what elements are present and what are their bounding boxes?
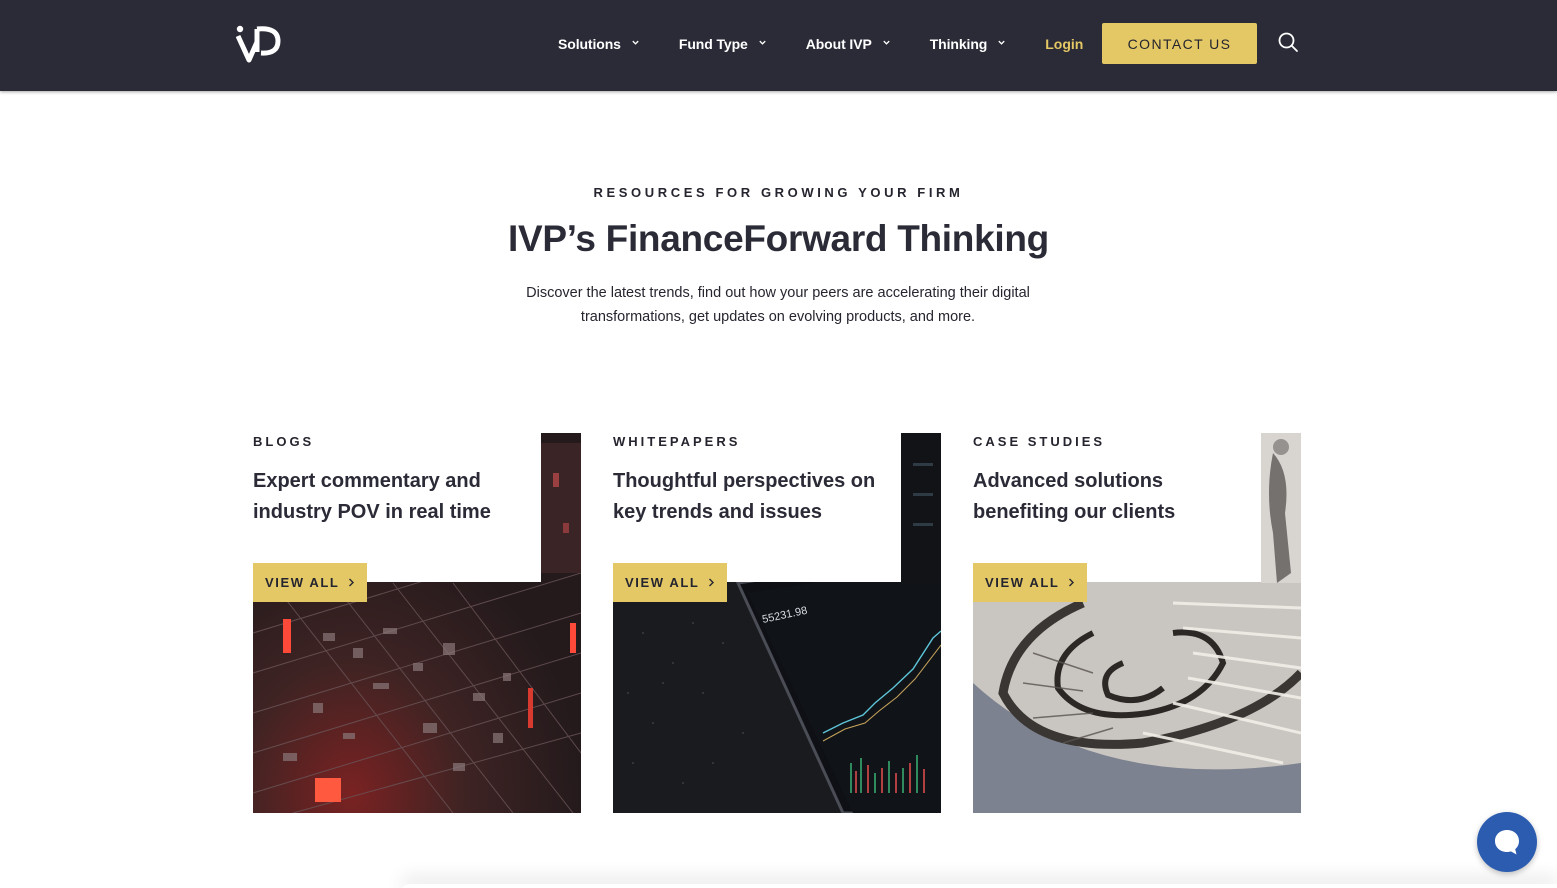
resource-card-blogs: BLOGS Expert commentary and industry POV… — [253, 433, 581, 813]
card-category-label: CASE STUDIES — [973, 434, 1106, 449]
card-category-label: BLOGS — [253, 434, 315, 449]
chevron-down-icon — [632, 40, 639, 45]
chevron-right-icon — [349, 578, 355, 587]
card-heading: Advanced solutions benefiting our client… — [973, 470, 1176, 523]
chevron-down-icon — [998, 40, 1005, 45]
card-heading: Expert commentary and industry POV in re… — [253, 470, 491, 523]
view-all-button[interactable]: VIEW ALL — [253, 563, 368, 602]
chevron-down-icon — [883, 40, 890, 45]
section-eyebrow: RESOURCES FOR GROWING YOUR FIRM — [593, 185, 964, 200]
search-icon[interactable] — [1277, 31, 1299, 53]
nav-item-label: About IVP — [805, 36, 872, 52]
view-all-label: VIEW ALL — [625, 575, 700, 590]
next-section-edge — [400, 884, 1557, 888]
card-heading: Thoughtful perspectives on key trends an… — [613, 470, 876, 523]
view-all-label: VIEW ALL — [985, 575, 1060, 590]
page-title: IVP’s FinanceForward Thinking — [508, 218, 1049, 259]
intro-text: Discover the latest trends, find out how… — [526, 285, 1030, 325]
contact-us-button[interactable]: CONTACT US — [1102, 23, 1257, 64]
chat-launcher-button[interactable] — [1477, 812, 1537, 872]
nav-item-fund-type[interactable]: Fund Type — [679, 36, 767, 52]
view-all-label: VIEW ALL — [265, 575, 340, 590]
site-header: Solutions Fund Type About IVP Thinking L… — [0, 0, 1557, 91]
nav-item-thinking[interactable]: Thinking — [930, 36, 1007, 52]
chevron-right-icon — [1069, 578, 1075, 587]
view-all-button[interactable]: VIEW ALL — [973, 563, 1088, 602]
chat-bubble-icon — [1495, 830, 1519, 855]
login-link[interactable]: Login — [1045, 36, 1083, 52]
card-category-label: WHITEPAPERS — [613, 434, 741, 449]
chevron-right-icon — [709, 578, 715, 587]
nav-item-about-ivp[interactable]: About IVP — [806, 36, 891, 52]
ivp-logo-icon[interactable] — [235, 24, 282, 64]
nav-item-solutions[interactable]: Solutions — [558, 36, 640, 52]
main-nav: Solutions Fund Type About IVP Thinking L… — [558, 0, 1083, 88]
nav-item-label: Fund Type — [678, 36, 748, 52]
view-all-button[interactable]: VIEW ALL — [613, 563, 728, 602]
resource-card-whitepapers: 55231.98 WHITEPAPERS Thoughtful perspect… — [613, 433, 941, 813]
nav-item-label: Solutions — [558, 36, 621, 52]
nav-item-label: Thinking — [929, 36, 988, 52]
resource-card-case-studies: CASE STUDIES Advanced solutions benefiti… — [973, 433, 1301, 813]
chevron-down-icon — [759, 40, 766, 45]
